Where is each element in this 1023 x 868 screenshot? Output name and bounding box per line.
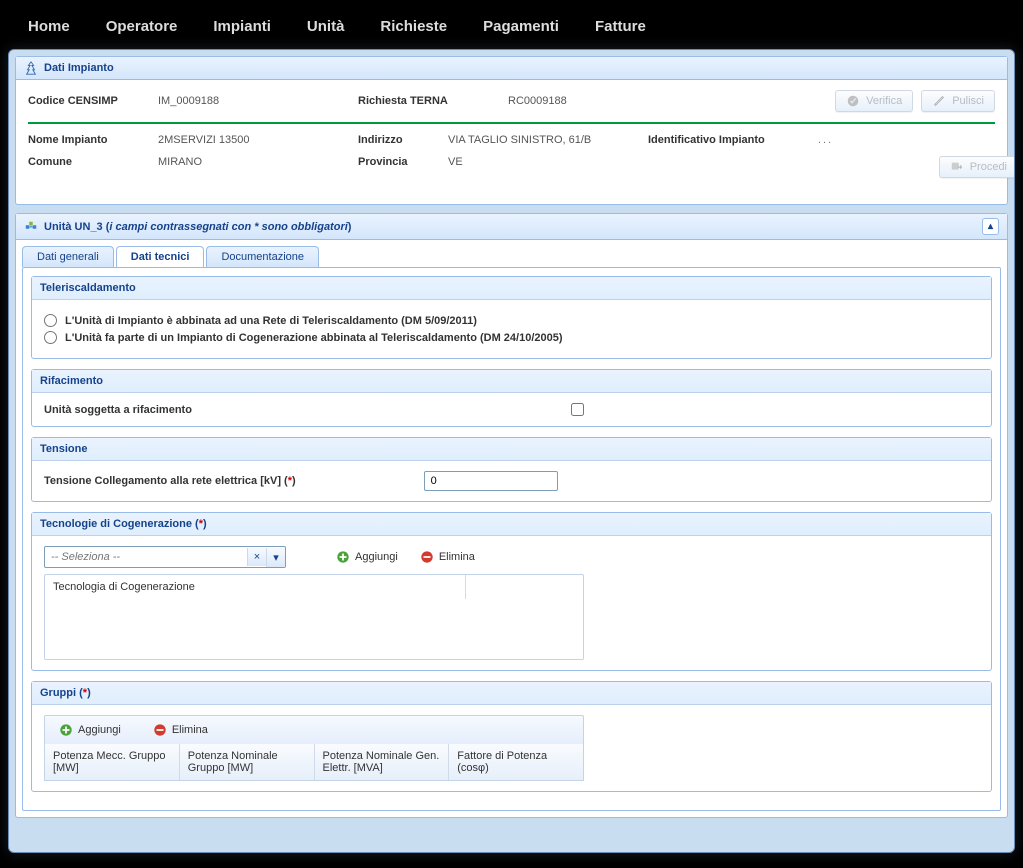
- gruppi-col-3: Fattore di Potenza (cosφ): [449, 744, 583, 780]
- top-nav: Home Operatore Impianti Unità Richieste …: [8, 8, 1015, 49]
- pylon-icon: [24, 61, 38, 75]
- provincia-label: Provincia: [358, 156, 448, 168]
- comune-value: MIRANO: [158, 156, 358, 168]
- tensione-input[interactable]: [424, 471, 558, 491]
- green-separator: [28, 122, 995, 124]
- nav-impianti[interactable]: Impianti: [207, 14, 277, 39]
- nav-richieste[interactable]: Richieste: [374, 14, 453, 39]
- codice-censimp-label: Codice CENSIMP: [28, 95, 158, 107]
- radio-dm-2011[interactable]: [44, 314, 57, 327]
- tecnologie-title: Tecnologie di Cogenerazione (*): [32, 513, 991, 536]
- tecnologia-aggiungi-button[interactable]: Aggiungi: [328, 547, 406, 567]
- richiesta-terna-value: RC0009188: [508, 95, 708, 107]
- teleriscaldamento-fieldset: Teleriscaldamento L'Unità di Impianto è …: [31, 276, 992, 359]
- gruppi-elimina-button[interactable]: Elimina: [145, 720, 216, 740]
- tab-dati-tecnici[interactable]: Dati tecnici: [116, 246, 205, 267]
- tecnologie-fieldset: Tecnologie di Cogenerazione (*) × ▾: [31, 512, 992, 671]
- tensione-label: Tensione Collegamento alla rete elettric…: [44, 475, 296, 487]
- tab-body: Teleriscaldamento L'Unità di Impianto è …: [22, 267, 1001, 811]
- rifacimento-fieldset: Rifacimento Unità soggetta a rifacimento: [31, 369, 992, 427]
- tensione-fieldset: Tensione Tensione Collegamento alla rete…: [31, 437, 992, 502]
- nav-pagamenti[interactable]: Pagamenti: [477, 14, 565, 39]
- gruppi-aggiungi-button[interactable]: Aggiungi: [51, 720, 129, 740]
- gruppi-col-0: Potenza Mecc. Gruppo [MW]: [45, 744, 180, 780]
- tecnologia-input[interactable]: [45, 547, 247, 567]
- rifacimento-checkbox[interactable]: [571, 403, 584, 416]
- nav-home[interactable]: Home: [22, 14, 76, 39]
- unit-icon: [24, 220, 38, 234]
- radio-dm-2005[interactable]: [44, 331, 57, 344]
- nome-impianto-label: Nome Impianto: [28, 134, 158, 146]
- tab-documentazione[interactable]: Documentazione: [206, 246, 319, 267]
- gruppi-toolbar: Aggiungi Elimina: [44, 715, 584, 744]
- tecnologia-combobox[interactable]: × ▾: [44, 546, 286, 568]
- unita-panel: Unità UN_3 (i campi contrassegnati con *…: [15, 213, 1008, 818]
- unita-title: Unità UN_3 (i campi contrassegnati con *…: [44, 221, 351, 233]
- verifica-button[interactable]: Verifica: [835, 90, 913, 112]
- comune-label: Comune: [28, 156, 158, 168]
- tecnologie-grid: Tecnologia di Cogenerazione: [44, 574, 584, 660]
- unit-tabs: Dati generali Dati tecnici Documentazion…: [22, 246, 1001, 267]
- rifacimento-label: Unità soggetta a rifacimento: [44, 404, 192, 416]
- codice-censimp-value: IM_0009188: [158, 95, 358, 107]
- gruppi-fieldset: Gruppi (*) Aggiungi Elimi: [31, 681, 992, 792]
- combobox-clear-icon[interactable]: ×: [247, 548, 266, 566]
- gruppi-col-2: Potenza Nominale Gen. Elettr. [MVA]: [315, 744, 450, 780]
- indirizzo-label: Indirizzo: [358, 134, 448, 146]
- richiesta-terna-label: Richiesta TERNA: [358, 95, 508, 107]
- indirizzo-value: VIA TAGLIO SINISTRO, 61/B: [448, 134, 608, 146]
- gruppi-col-1: Potenza Nominale Gruppo [MW]: [180, 744, 315, 780]
- gruppi-title: Gruppi (*): [32, 682, 991, 705]
- tecnologie-col-header: Tecnologia di Cogenerazione: [45, 575, 466, 599]
- pulisci-button[interactable]: Pulisci: [921, 90, 995, 112]
- tensione-title: Tensione: [32, 438, 991, 461]
- tecnologie-col-spacer: [466, 575, 583, 599]
- combobox-dropdown-icon[interactable]: ▾: [266, 548, 285, 567]
- nav-fatture[interactable]: Fatture: [589, 14, 652, 39]
- teleriscaldamento-option-1[interactable]: L'Unità di Impianto è abbinata ad una Re…: [44, 314, 979, 327]
- rifacimento-title: Rifacimento: [32, 370, 991, 393]
- tecnologie-grid-body[interactable]: [45, 599, 583, 659]
- tecnologia-elimina-button[interactable]: Elimina: [412, 547, 483, 567]
- tab-dati-generali[interactable]: Dati generali: [22, 246, 114, 267]
- nav-operatore[interactable]: Operatore: [100, 14, 184, 39]
- nav-unita[interactable]: Unità: [301, 14, 351, 39]
- gruppi-columns: Potenza Mecc. Gruppo [MW] Potenza Nomina…: [44, 744, 584, 781]
- nome-impianto-value: 2MSERVIZI 13500: [158, 134, 358, 146]
- dati-impianto-panel: Dati Impianto Codice CENSIMP IM_0009188 …: [15, 56, 1008, 205]
- teleriscaldamento-option-2[interactable]: L'Unità fa parte di un Impianto di Cogen…: [44, 331, 979, 344]
- identificativo-impianto-label: Identificativo Impianto: [648, 134, 818, 146]
- dati-impianto-title: Dati Impianto: [44, 62, 114, 74]
- provincia-value: VE: [448, 156, 648, 168]
- collapse-icon[interactable]: ▴: [982, 218, 999, 235]
- teleriscaldamento-title: Teleriscaldamento: [32, 277, 991, 300]
- identificativo-impianto-value: ...: [818, 134, 1015, 146]
- procedi-button[interactable]: Procedi: [939, 156, 1015, 178]
